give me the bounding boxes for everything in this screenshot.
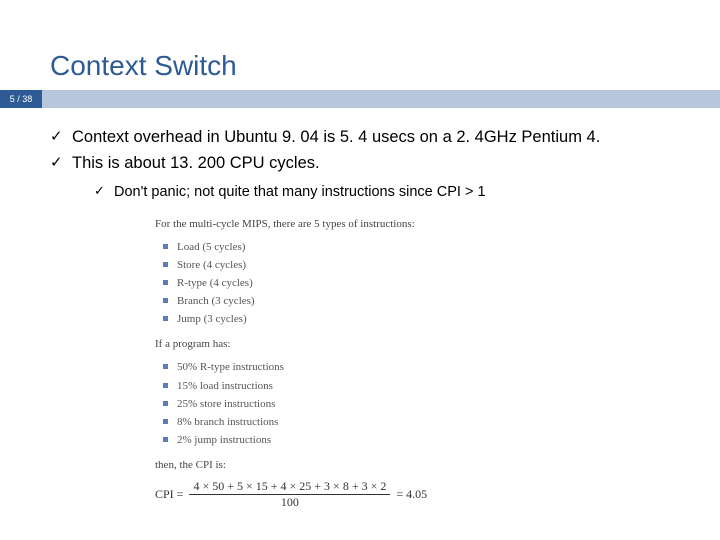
cpi-result: = 4.05: [396, 485, 427, 504]
list-item: Branch (3 cycles): [163, 293, 575, 310]
cpi-numerator: 4 × 50 + 5 × 15 + 4 × 25 + 3 × 8 + 3 × 2: [189, 480, 390, 495]
list-item: 8% branch instructions: [163, 414, 575, 431]
cpi-equation: CPI = 4 × 50 + 5 × 15 + 4 × 25 + 3 × 8 +…: [155, 480, 575, 509]
sub-bullet-item: Don't panic; not quite that many instruc…: [92, 182, 684, 202]
figure-intro: For the multi-cycle MIPS, there are 5 ty…: [155, 216, 575, 233]
sub-bullet-list: Don't panic; not quite that many instruc…: [92, 182, 684, 202]
cpi-label: CPI =: [155, 485, 183, 504]
list-item: Jump (3 cycles): [163, 311, 575, 328]
list-item: R-type (4 cycles): [163, 275, 575, 292]
cpi-figure: For the multi-cycle MIPS, there are 5 ty…: [155, 216, 575, 509]
slide-title: Context Switch: [0, 0, 720, 90]
list-item: 15% load instructions: [163, 378, 575, 395]
slide-content: Context overhead in Ubuntu 9. 04 is 5. 4…: [0, 108, 720, 509]
list-item: 50% R-type instructions: [163, 359, 575, 376]
title-bar: 5 / 38: [0, 90, 720, 108]
list-item: Load (5 cycles): [163, 239, 575, 256]
list-item: 25% store instructions: [163, 396, 575, 413]
title-bar-fill: [42, 90, 720, 108]
cpi-fraction: 4 × 50 + 5 × 15 + 4 × 25 + 3 × 8 + 3 × 2…: [189, 480, 390, 509]
page-number: 5 / 38: [0, 90, 42, 108]
instruction-types-list: Load (5 cycles) Store (4 cycles) R-type …: [163, 239, 575, 328]
list-item: 2% jump instructions: [163, 432, 575, 449]
figure-mix-intro: If a program has:: [155, 336, 575, 353]
cpi-denominator: 100: [281, 495, 299, 509]
figure-then-line: then, the CPI is:: [155, 457, 575, 474]
list-item: Store (4 cycles): [163, 257, 575, 274]
bullet-item: Context overhead in Ubuntu 9. 04 is 5. 4…: [46, 126, 684, 150]
instruction-mix-list: 50% R-type instructions 15% load instruc…: [163, 359, 575, 448]
bullet-list: Context overhead in Ubuntu 9. 04 is 5. 4…: [46, 126, 684, 176]
bullet-item: This is about 13. 200 CPU cycles.: [46, 152, 684, 176]
